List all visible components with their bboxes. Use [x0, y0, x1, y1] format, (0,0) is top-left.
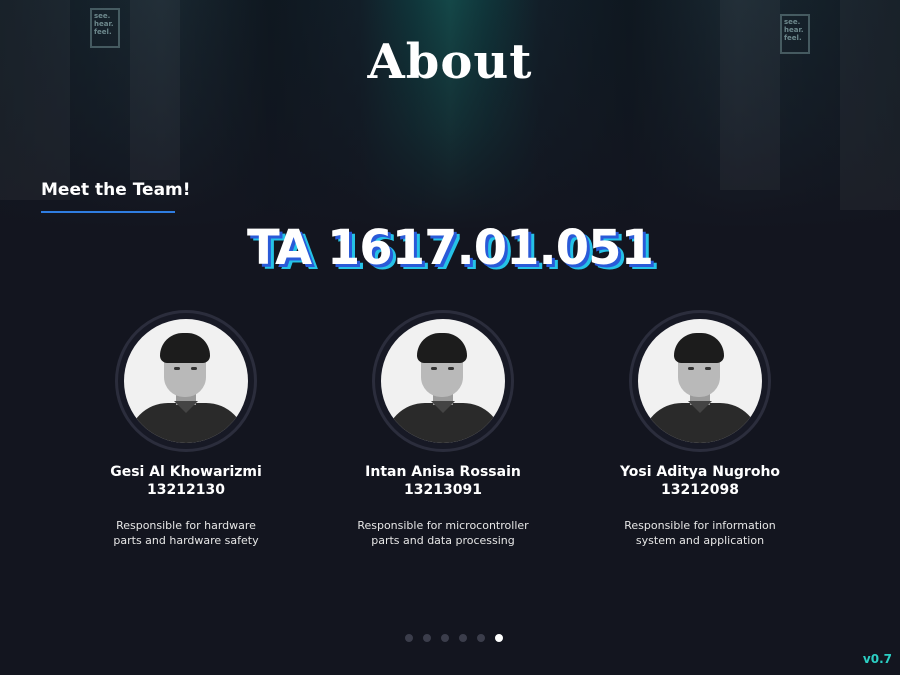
member-role-line: Responsible for information	[624, 519, 776, 532]
building-shape	[130, 0, 180, 180]
member-photo	[638, 319, 762, 443]
page-dot-2[interactable]	[423, 634, 431, 642]
building-shape	[0, 0, 70, 200]
member-id: 13212098	[661, 482, 739, 498]
member-id: 13213091	[404, 482, 482, 498]
member-role: Responsible for microcontroller parts an…	[323, 518, 563, 548]
page-dot-6-active[interactable]	[495, 634, 503, 642]
member-role-line: Responsible for microcontroller	[357, 519, 529, 532]
pagination-dots	[405, 634, 503, 642]
avatar	[115, 310, 257, 452]
version-label: v0.7	[862, 652, 892, 666]
project-code-text: TA 1617.01.051	[247, 220, 654, 276]
page-dot-4[interactable]	[459, 634, 467, 642]
member-name: Gesi Al Khowarizmi	[110, 464, 262, 480]
member-name: Yosi Aditya Nugroho	[619, 464, 781, 480]
member-role-line: Responsible for hardware	[116, 519, 256, 532]
building-shape	[840, 0, 900, 210]
member-role-line: system and application	[635, 534, 765, 547]
team-card: Yosi Aditya Nugroho 13212098 Responsible…	[580, 310, 820, 548]
heading-underline	[41, 211, 175, 213]
page-dot-1[interactable]	[405, 634, 413, 642]
page-dot-3[interactable]	[441, 634, 449, 642]
project-code: TA 1617.01.051 TA 1617.01.051 TA 1617.01…	[0, 220, 900, 281]
member-photo	[124, 319, 248, 443]
avatar	[372, 310, 514, 452]
building-shape	[720, 0, 780, 190]
team-card: Intan Anisa Rossain 13213091 Responsible…	[323, 310, 563, 548]
member-name: Intan Anisa Rossain	[365, 464, 521, 480]
page-title: About	[367, 34, 533, 90]
member-role-line: parts and hardware safety	[113, 534, 259, 547]
member-role-line: parts and data processing	[371, 534, 515, 547]
member-role: Responsible for hardware parts and hardw…	[66, 518, 306, 548]
team-card: Gesi Al Khowarizmi 13212130 Responsible …	[66, 310, 306, 548]
member-photo	[381, 319, 505, 443]
avatar	[629, 310, 771, 452]
page-dot-5[interactable]	[477, 634, 485, 642]
section-heading: Meet the Team!	[41, 180, 191, 200]
member-role: Responsible for information system and a…	[580, 518, 820, 548]
member-id: 13212130	[147, 482, 225, 498]
